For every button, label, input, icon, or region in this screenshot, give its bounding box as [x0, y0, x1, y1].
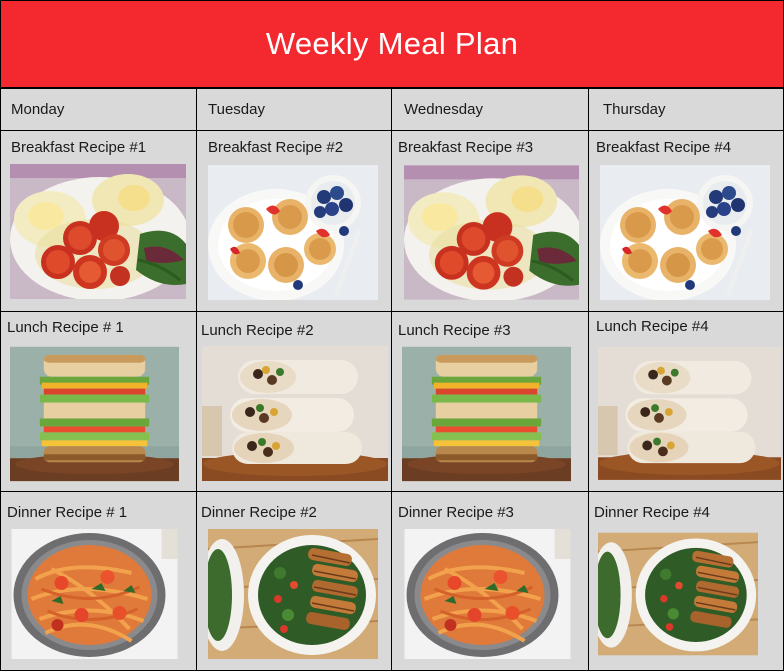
dinner-cell-tuesday[interactable]: Dinner Recipe #2: [196, 491, 392, 671]
recipe-label[interactable]: Breakfast Recipe #2: [208, 139, 343, 156]
breakfast-cell-thursday[interactable]: Breakfast Recipe #4: [588, 130, 784, 312]
day-header-monday: Monday: [0, 88, 197, 131]
dinner-cell-wednesday[interactable]: Dinner Recipe #3: [391, 491, 589, 671]
breakfast-photo[interactable]: [208, 165, 378, 300]
day-label: Tuesday: [208, 101, 265, 118]
meal-plan-page: Weekly Meal Plan Monday Tuesday Wednesda…: [0, 0, 784, 671]
breakfast-photo[interactable]: [10, 164, 186, 299]
page-header: Weekly Meal Plan: [0, 0, 784, 88]
lunch-cell-tuesday[interactable]: Lunch Recipe #2: [196, 311, 392, 492]
recipe-label[interactable]: Lunch Recipe #3: [398, 322, 511, 339]
breakfast-cell-monday[interactable]: Breakfast Recipe #1: [0, 130, 197, 312]
recipe-label[interactable]: Dinner Recipe #2: [201, 504, 317, 521]
day-label: Thursday: [603, 101, 666, 118]
lunch-photo[interactable]: [598, 346, 781, 481]
lunch-photo[interactable]: [202, 346, 388, 481]
lunch-cell-wednesday[interactable]: Lunch Recipe #3: [391, 311, 589, 492]
lunch-cell-thursday[interactable]: Lunch Recipe #4: [588, 311, 784, 492]
breakfast-photo[interactable]: [404, 165, 579, 300]
recipe-label[interactable]: Lunch Recipe # 1: [7, 319, 124, 336]
lunch-cell-monday[interactable]: Lunch Recipe # 1: [0, 311, 197, 492]
dinner-photo[interactable]: [598, 529, 758, 659]
dinner-photo[interactable]: [404, 529, 571, 659]
recipe-label[interactable]: Lunch Recipe #4: [596, 318, 709, 335]
recipe-label[interactable]: Dinner Recipe #3: [398, 504, 514, 521]
breakfast-cell-wednesday[interactable]: Breakfast Recipe #3: [391, 130, 589, 312]
breakfast-photo[interactable]: [600, 165, 770, 300]
dinner-photo[interactable]: [208, 529, 378, 659]
recipe-label[interactable]: Breakfast Recipe #3: [398, 139, 533, 156]
day-header-tuesday: Tuesday: [196, 88, 392, 131]
dinner-cell-thursday[interactable]: Dinner Recipe #4: [588, 491, 784, 671]
day-header-wednesday: Wednesday: [391, 88, 589, 131]
page-title: Weekly Meal Plan: [265, 26, 519, 61]
lunch-photo[interactable]: [10, 346, 179, 482]
recipe-label[interactable]: Breakfast Recipe #4: [596, 139, 731, 156]
breakfast-cell-tuesday[interactable]: Breakfast Recipe #2: [196, 130, 392, 312]
dinner-cell-monday[interactable]: Dinner Recipe # 1: [0, 491, 197, 671]
lunch-photo[interactable]: [402, 346, 571, 482]
recipe-label[interactable]: Lunch Recipe #2: [201, 322, 314, 339]
day-header-thursday: Thursday: [588, 88, 784, 131]
recipe-label[interactable]: Dinner Recipe #4: [594, 504, 710, 521]
dinner-photo[interactable]: [11, 529, 178, 659]
day-label: Monday: [11, 101, 65, 118]
recipe-label[interactable]: Dinner Recipe # 1: [7, 504, 127, 521]
recipe-label[interactable]: Breakfast Recipe #1: [11, 139, 146, 156]
day-label: Wednesday: [404, 101, 483, 118]
